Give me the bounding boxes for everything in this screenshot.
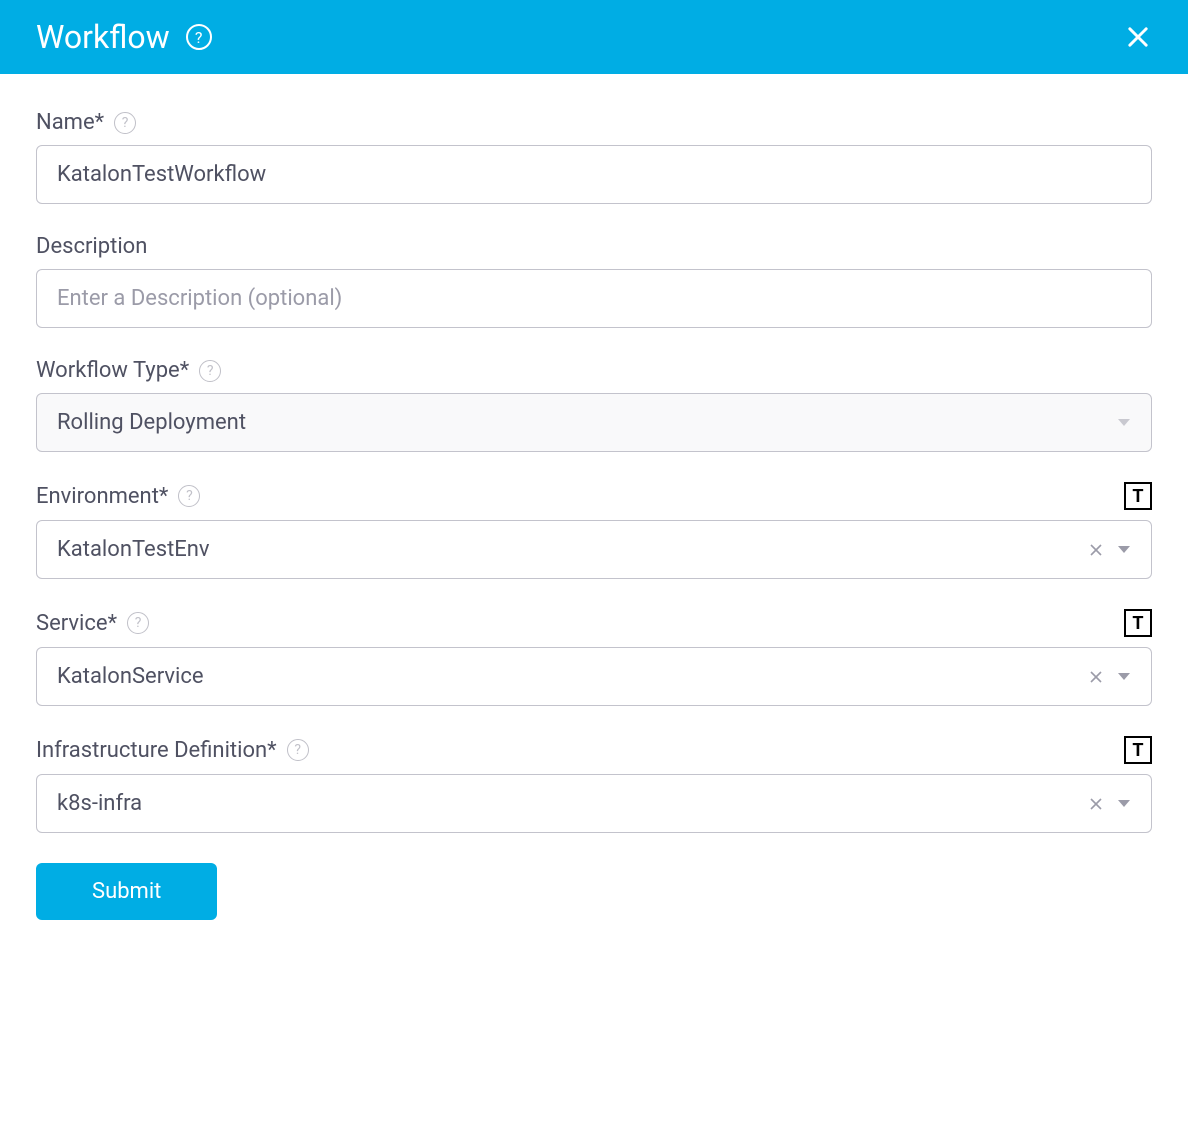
workflow-type-value: Rolling Deployment <box>57 410 246 435</box>
dialog-body: Name* ? Description Workflow Type* ? <box>0 74 1188 956</box>
workflow-dialog: Workflow ? Name* ? Description <box>0 0 1188 956</box>
infrastructure-select[interactable]: k8s-infra <box>36 774 1152 833</box>
help-icon[interactable]: ? <box>287 739 309 761</box>
chevron-down-icon <box>1117 545 1131 555</box>
environment-field-group: Environment* ? T KatalonTestEnv <box>36 482 1152 579</box>
service-select[interactable]: KatalonService <box>36 647 1152 706</box>
close-icon <box>1124 23 1152 51</box>
help-icon[interactable]: ? <box>186 24 212 50</box>
help-icon[interactable]: ? <box>178 485 200 507</box>
service-value: KatalonService <box>57 664 204 689</box>
workflow-type-select[interactable]: Rolling Deployment <box>36 393 1152 452</box>
description-label: Description <box>36 234 147 259</box>
description-input[interactable] <box>36 269 1152 328</box>
help-icon[interactable]: ? <box>114 112 136 134</box>
environment-select[interactable]: KatalonTestEnv <box>36 520 1152 579</box>
help-icon[interactable]: ? <box>199 360 221 382</box>
infrastructure-field-group: Infrastructure Definition* ? T k8s-infra <box>36 736 1152 833</box>
clear-icon[interactable] <box>1089 670 1103 684</box>
workflow-type-label: Workflow Type* ? <box>36 358 221 383</box>
dialog-header: Workflow ? <box>0 0 1188 74</box>
service-field-group: Service* ? T KatalonService <box>36 609 1152 706</box>
name-field-group: Name* ? <box>36 110 1152 204</box>
chevron-down-icon <box>1117 418 1131 428</box>
workflow-type-field-group: Workflow Type* ? Rolling Deployment <box>36 358 1152 452</box>
environment-label: Environment* ? <box>36 484 200 509</box>
name-input[interactable] <box>36 145 1152 204</box>
template-icon[interactable]: T <box>1124 482 1152 510</box>
service-label: Service* ? <box>36 611 149 636</box>
environment-value: KatalonTestEnv <box>57 537 210 562</box>
description-field-group: Description <box>36 234 1152 328</box>
template-icon[interactable]: T <box>1124 736 1152 764</box>
clear-icon[interactable] <box>1089 543 1103 557</box>
chevron-down-icon <box>1117 799 1131 809</box>
dialog-title-container: Workflow ? <box>36 18 212 56</box>
infrastructure-value: k8s-infra <box>57 791 142 816</box>
name-label: Name* ? <box>36 110 136 135</box>
dialog-title: Workflow <box>36 18 170 56</box>
infrastructure-label: Infrastructure Definition* ? <box>36 738 309 763</box>
clear-icon[interactable] <box>1089 797 1103 811</box>
chevron-down-icon <box>1117 672 1131 682</box>
template-icon[interactable]: T <box>1124 609 1152 637</box>
help-icon[interactable]: ? <box>127 612 149 634</box>
submit-button[interactable]: Submit <box>36 863 217 920</box>
close-button[interactable] <box>1124 23 1152 51</box>
